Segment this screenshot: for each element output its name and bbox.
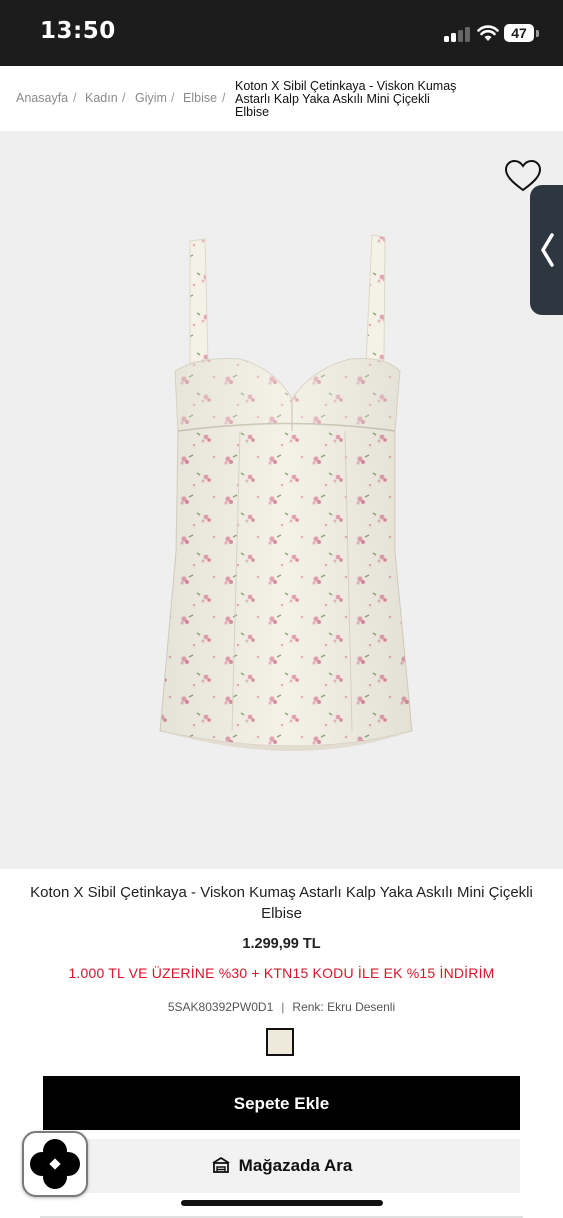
breadcrumb-current: Koton X Sibil Çetinkaya - Viskon Kumaş A… (235, 80, 460, 119)
find-in-store-label: Mağazada Ara (238, 1156, 353, 1175)
wifi-icon (477, 25, 499, 41)
battery-tip (536, 30, 539, 37)
home-indicator (181, 1200, 383, 1206)
clover-icon (30, 1139, 80, 1189)
breadcrumb-current-line: Elbise (235, 105, 270, 119)
chevron-left-icon[interactable] (538, 232, 556, 268)
cellular-signal-icon (444, 26, 470, 42)
promo-banner: 1.000 TL VE ÜZERİNE %30 + KTN15 KODU İLE… (68, 965, 495, 981)
product-sku: 5SAK80392PW0D1 (167, 1000, 274, 1014)
product-price: 1.299,99 TL (242, 936, 321, 952)
breadcrumb-home[interactable]: Anasayfa (16, 91, 68, 105)
product-color: Renk: Ekru Desenli (292, 1000, 396, 1014)
breadcrumb-giyim[interactable]: Giyim (135, 91, 167, 105)
find-in-store-button[interactable]: Mağazada Ara (43, 1139, 520, 1193)
product-title: Koton X Sibil Çetinkaya - Viskon Kumaş A… (30, 884, 533, 922)
color-swatch-ekru[interactable] (266, 1028, 294, 1056)
product-image[interactable] (0, 131, 563, 869)
meta-separator: | (281, 1000, 285, 1014)
status-bar: 13:50 47 (0, 0, 563, 66)
breadcrumb-separator: / (222, 91, 226, 105)
add-to-cart-button[interactable]: Sepete Ekle (43, 1076, 520, 1130)
breadcrumb-separator: / (73, 91, 77, 105)
breadcrumb: Anasayfa / Kadın / Giyim / Elbise / Koto… (0, 66, 563, 131)
store-icon (212, 1157, 230, 1173)
breadcrumb-elbise[interactable]: Elbise (183, 91, 217, 105)
status-time: 13:50 (40, 18, 116, 44)
battery-icon: 47 (504, 24, 534, 42)
breadcrumb-separator: / (122, 91, 126, 105)
dress-illustration (159, 234, 413, 751)
breadcrumb-kadin[interactable]: Kadın (85, 91, 118, 105)
breadcrumb-separator: / (171, 91, 175, 105)
clover-app-icon[interactable] (22, 1131, 88, 1197)
product-meta: 5SAK80392PW0D1 | Renk: Ekru Desenli (0, 1000, 563, 1014)
